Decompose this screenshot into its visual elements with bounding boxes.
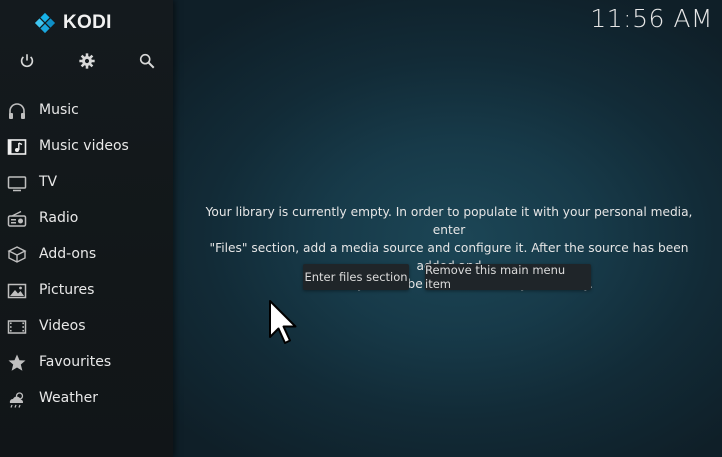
headphones-icon [7, 101, 27, 121]
menu-label: TV [39, 174, 58, 190]
search-icon[interactable] [138, 52, 156, 70]
tv-icon [7, 173, 27, 193]
power-icon[interactable] [18, 52, 36, 70]
music-video-icon [7, 137, 27, 157]
menu-item-pictures[interactable]: Pictures [0, 273, 173, 309]
menu-label: Pictures [39, 282, 95, 298]
menu-label: Weather [39, 390, 98, 406]
menu-item-videos[interactable]: Videos [0, 309, 173, 345]
top-icon-bar [0, 52, 173, 72]
message-line: Your library is currently empty. In orde… [205, 205, 693, 237]
menu-item-radio[interactable]: Radio [0, 201, 173, 237]
menu-label: Add-ons [39, 246, 97, 262]
main-menu: Music Music videos TV Radio Add-ons Pict… [0, 93, 173, 417]
menu-item-music[interactable]: Music [0, 93, 173, 129]
kodi-logo-icon [34, 12, 56, 34]
menu-label: Videos [39, 318, 86, 334]
kodi-logo: KODI [34, 12, 112, 34]
star-icon [7, 353, 27, 373]
menu-item-music-videos[interactable]: Music videos [0, 129, 173, 165]
film-icon [7, 317, 27, 337]
sidebar: KODI Music Music videos TV Radio Add-ons… [0, 0, 173, 457]
gear-icon[interactable] [78, 52, 96, 70]
menu-item-weather[interactable]: Weather [0, 381, 173, 417]
logo-text: KODI [63, 12, 112, 33]
weather-icon [7, 389, 27, 409]
menu-label: Radio [39, 210, 79, 226]
menu-label: Music [39, 102, 79, 118]
radio-icon [7, 209, 27, 229]
addons-box-icon [7, 245, 27, 265]
menu-label: Favourites [39, 354, 112, 370]
menu-item-addons[interactable]: Add-ons [0, 237, 173, 273]
enter-files-section-button[interactable]: Enter files section [303, 264, 409, 290]
mouse-cursor-icon [269, 300, 297, 344]
picture-icon [7, 281, 27, 301]
menu-item-tv[interactable]: TV [0, 165, 173, 201]
menu-label: Music videos [39, 138, 129, 154]
clock: 11:56 AM [590, 4, 713, 33]
menu-item-favourites[interactable]: Favourites [0, 345, 173, 381]
remove-menu-item-button[interactable]: Remove this main menu item [425, 263, 591, 291]
